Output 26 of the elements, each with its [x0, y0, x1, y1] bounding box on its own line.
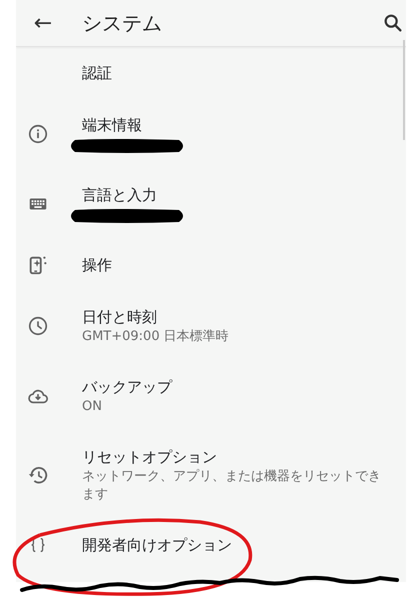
screen-title: システム	[82, 10, 163, 36]
settings-item[interactable]: 端末情報	[16, 99, 406, 169]
item-title: 端末情報	[82, 115, 143, 136]
item-title: リセットオプション	[82, 447, 218, 468]
item-title: 開発者向けオプション	[82, 535, 232, 556]
item-title: 認証	[82, 63, 112, 84]
settings-item[interactable]: バックアップ ON	[16, 361, 406, 431]
item-summary: GMT+09:00 日本標準時	[82, 328, 229, 346]
item-title: 言語と入力	[82, 185, 158, 206]
info-icon	[27, 123, 49, 145]
settings-item[interactable]: 認証	[16, 47, 406, 99]
history-icon	[27, 464, 49, 486]
settings-item[interactable]: 操作	[16, 239, 406, 291]
search-icon[interactable]	[382, 12, 404, 34]
item-title: 操作	[82, 255, 112, 276]
clock-icon	[27, 315, 49, 337]
back-button[interactable]: ←	[16, 10, 62, 36]
item-title: バックアップ	[82, 377, 172, 398]
settings-item[interactable]: 開発者向けオプション	[16, 519, 406, 571]
settings-item[interactable]: リセットオプション ネットワーク、アプリ、または機器をリセットできます	[16, 431, 406, 519]
item-summary: ON	[82, 398, 103, 416]
phone-sparkle-icon	[27, 254, 49, 276]
item-summary: ネットワーク、アプリ、または機器をリセットできます	[82, 468, 382, 504]
item-title: 日付と時刻	[82, 307, 158, 328]
settings-item[interactable]: 言語と入力	[16, 169, 406, 239]
settings-item[interactable]: 日付と時刻 GMT+09:00 日本標準時	[16, 291, 406, 361]
